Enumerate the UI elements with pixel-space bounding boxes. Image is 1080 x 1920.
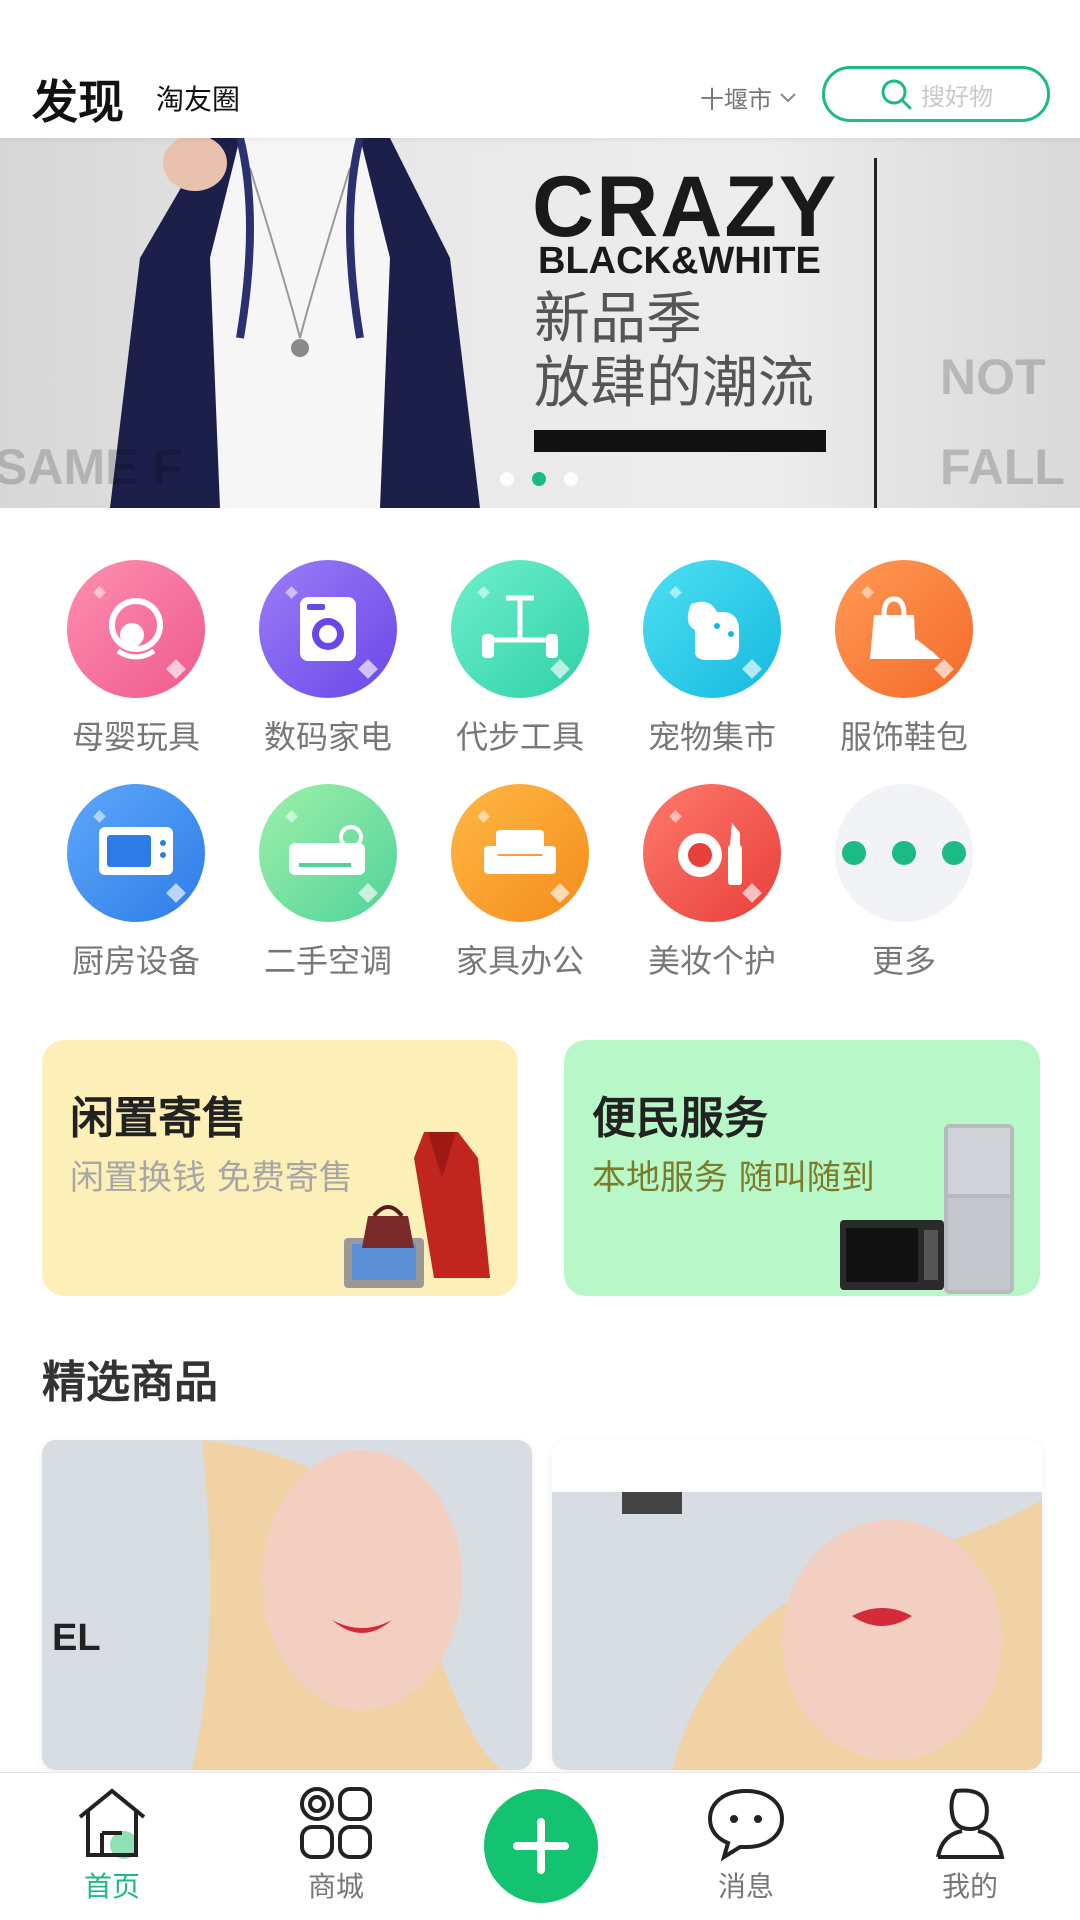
tab-label: 我的	[941, 1870, 998, 1903]
coat-bag-laptop-image	[344, 1132, 490, 1288]
feature-subtitle: 闲置换钱 免费寄售	[70, 1158, 353, 1198]
shopping-bag-icon	[835, 560, 973, 698]
microwave-icon	[67, 784, 205, 922]
search-placeholder: 搜好物	[921, 82, 993, 111]
banner-slogan-line2: 放肆的潮流	[534, 351, 814, 416]
category-label: 美妆个护	[647, 942, 776, 980]
air-conditioner-icon	[259, 784, 397, 922]
product-image	[552, 1440, 1042, 1770]
banner-pagination	[500, 472, 578, 486]
feature-subtitle: 本地服务 随叫随到	[592, 1158, 875, 1198]
product-image: EL	[42, 1440, 532, 1770]
feature-title: 便民服务	[592, 1093, 768, 1144]
baby-icon	[67, 560, 205, 698]
top-header: 发现 淘友圈 十堰市 搜好物	[0, 0, 1080, 138]
banner-slogan: 新品季 放肆的潮流	[534, 288, 814, 416]
search-icon	[881, 79, 912, 110]
message-icon	[707, 1788, 785, 1861]
cosmetics-icon	[643, 784, 781, 922]
category-label: 服饰鞋包	[839, 718, 968, 756]
banner-dot[interactable]	[564, 472, 578, 486]
bottom-tab-bar: 首页 商城 消息 我的	[0, 1772, 1080, 1920]
category-label: 二手空调	[263, 942, 392, 980]
category-label: 数码家电	[263, 718, 392, 756]
category-pet-market[interactable]: 宠物集市	[616, 560, 808, 758]
page-title: 发现	[32, 75, 124, 129]
product-card[interactable]: EL	[42, 1440, 532, 1770]
banner-bar	[534, 430, 826, 452]
category-label: 母婴玩具	[71, 718, 200, 756]
banner-dot-active[interactable]	[532, 472, 546, 486]
dog-icon	[643, 560, 781, 698]
category-baby-toys[interactable]: 母婴玩具	[40, 560, 232, 758]
tab-mall[interactable]: 商城	[266, 1785, 406, 1905]
category-furniture-office[interactable]: 家具办公	[424, 784, 616, 982]
tab-taoyouquan[interactable]: 淘友圈	[156, 78, 240, 118]
search-input[interactable]: 搜好物	[822, 66, 1050, 122]
fridge-microwave-image	[840, 1124, 1014, 1294]
more-icon	[835, 784, 973, 922]
feature-title: 闲置寄售	[70, 1093, 246, 1144]
category-label: 更多	[871, 942, 936, 980]
idle-consignment-card[interactable]: 闲置寄售 闲置换钱 免费寄售	[42, 1040, 518, 1296]
banner-ghost-text-left: SAME F	[0, 439, 183, 495]
category-label: 代步工具	[455, 718, 584, 756]
city-label: 十堰市	[700, 86, 772, 114]
banner-subheadline: BLACK&WHITE	[538, 240, 821, 282]
banner-divider	[874, 158, 877, 508]
category-mobility[interactable]: 代步工具	[424, 560, 616, 758]
category-grid: 母婴玩具 数码家电 代步工具 宠物集市 服饰鞋包 厨房设备 二手空调 家具办公 …	[40, 560, 1040, 982]
category-label: 厨房设备	[71, 942, 200, 980]
section-title: 精选商品	[42, 1357, 218, 1408]
category-apparel-bags[interactable]: 服饰鞋包	[808, 560, 1000, 758]
banner-slogan-line1: 新品季	[534, 287, 702, 352]
home-icon	[78, 1788, 146, 1859]
promo-banner[interactable]: SAME F NOT FALL CRAZY BLACK&WHITE 新品季 放肆…	[0, 138, 1080, 508]
tab-profile[interactable]: 我的	[900, 1785, 1040, 1905]
category-digital-appliances[interactable]: 数码家电	[232, 560, 424, 758]
category-label: 宠物集市	[647, 718, 776, 756]
plus-icon	[513, 1818, 569, 1874]
product-card[interactable]	[552, 1440, 1042, 1770]
category-used-aircon[interactable]: 二手空调	[232, 784, 424, 982]
tab-messages[interactable]: 消息	[676, 1785, 816, 1905]
banner-ghost-text-right-top: NOT	[940, 349, 1046, 405]
banner-dot[interactable]	[500, 472, 514, 486]
scooter-icon	[451, 560, 589, 698]
city-selector[interactable]: 十堰市	[700, 80, 798, 115]
category-more[interactable]: 更多	[808, 784, 1000, 982]
category-kitchen[interactable]: 厨房设备	[40, 784, 232, 982]
publish-button[interactable]	[484, 1789, 598, 1903]
svg-text:EL: EL	[52, 1617, 101, 1659]
user-icon	[936, 1788, 1005, 1859]
chevron-down-icon	[780, 92, 796, 102]
banner-ghost-text-right: FALL	[940, 439, 1065, 495]
washing-machine-icon	[259, 560, 397, 698]
sofa-icon	[451, 784, 589, 922]
tab-label: 首页	[83, 1870, 140, 1903]
tab-label: 商城	[307, 1870, 364, 1903]
grid-icon	[300, 1787, 372, 1859]
category-label: 家具办公	[455, 942, 584, 980]
category-beauty-care[interactable]: 美妆个护	[616, 784, 808, 982]
tab-home[interactable]: 首页	[42, 1785, 182, 1905]
local-services-card[interactable]: 便民服务 本地服务 随叫随到	[564, 1040, 1040, 1296]
tab-label: 消息	[717, 1870, 774, 1903]
